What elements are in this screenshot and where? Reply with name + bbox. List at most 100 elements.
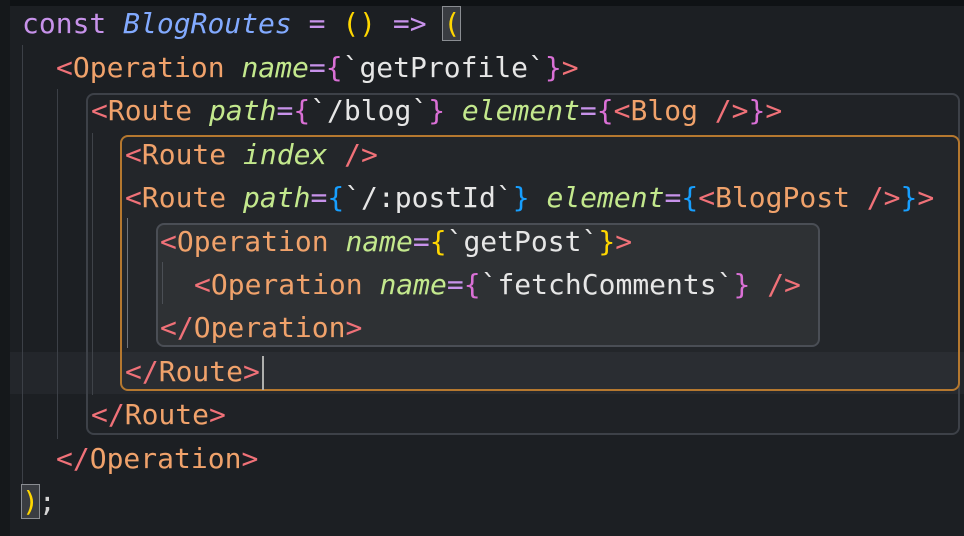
attr-name: path bbox=[243, 181, 311, 214]
tag-close-open-bracket: </ bbox=[91, 398, 125, 431]
backtick: ` bbox=[581, 225, 599, 258]
tag-close-open-bracket: </ bbox=[125, 355, 159, 388]
string-value: /:postId bbox=[361, 181, 496, 214]
attr-name: element bbox=[461, 94, 580, 127]
code-line-5[interactable]: <Route path={`/:postId`} element={<BlogP… bbox=[125, 178, 934, 218]
tag-name: Blog bbox=[630, 94, 698, 127]
tag-open-bracket: < bbox=[91, 94, 108, 127]
tag-open-bracket: < bbox=[194, 268, 211, 301]
code-line-1[interactable]: const BlogRoutes = () => ( bbox=[22, 4, 462, 44]
tag-self-close: /> bbox=[714, 94, 749, 127]
brace: { bbox=[293, 94, 311, 127]
backtick: ` bbox=[344, 181, 362, 214]
code-line-10[interactable]: </Route> bbox=[91, 395, 226, 435]
tag-name: Operation bbox=[176, 225, 329, 258]
tag-close-bracket: > bbox=[561, 51, 579, 84]
string-value: /blog bbox=[327, 94, 412, 127]
attr-eq: = bbox=[664, 181, 682, 214]
tag-open-bracket: < bbox=[56, 51, 73, 84]
tag-name: Operation bbox=[72, 51, 225, 84]
backtick: ` bbox=[310, 94, 328, 127]
attr-name: name bbox=[241, 51, 309, 84]
code-editor[interactable]: const BlogRoutes = () => ( <Operation na… bbox=[0, 0, 964, 536]
tag-self-close: /> bbox=[767, 268, 801, 301]
function-name: BlogRoutes bbox=[123, 7, 292, 40]
code-line-12[interactable]: ); bbox=[21, 482, 56, 522]
backtick: ` bbox=[342, 51, 360, 84]
attr-eq: = bbox=[446, 268, 464, 301]
attr-name: name bbox=[379, 268, 447, 301]
tag-open-bracket: < bbox=[125, 181, 142, 214]
brace: { bbox=[681, 181, 699, 214]
operator-eq: = bbox=[308, 7, 326, 40]
brace: } bbox=[598, 225, 616, 258]
backtick: ` bbox=[528, 51, 545, 84]
attr-name: name bbox=[345, 225, 413, 258]
tag-name: Route bbox=[124, 398, 210, 431]
close-paren-matched: ) bbox=[21, 484, 40, 519]
brace: { bbox=[429, 225, 447, 258]
string-value: getPost bbox=[463, 225, 582, 258]
open-paren-matched: ( bbox=[442, 6, 462, 41]
tag-open-bracket: < bbox=[613, 94, 631, 127]
brace: { bbox=[463, 268, 481, 301]
tag-open-bracket: < bbox=[125, 138, 142, 171]
tag-name: Operation bbox=[89, 442, 242, 475]
brace: } bbox=[733, 268, 751, 301]
brace: { bbox=[325, 51, 343, 84]
backtick: ` bbox=[495, 181, 513, 214]
brace: } bbox=[900, 181, 918, 214]
code-line-7[interactable]: <Operation name={`fetchComments`} /> bbox=[194, 265, 801, 305]
string-value: fetchComments bbox=[497, 268, 717, 301]
tag-name: Route bbox=[141, 181, 227, 214]
arrow-operator: => bbox=[392, 7, 427, 40]
tag-open-bracket: < bbox=[698, 181, 716, 214]
brace: } bbox=[512, 181, 530, 214]
tag-close-bracket: > bbox=[917, 181, 935, 214]
brace: { bbox=[596, 94, 614, 127]
brace: } bbox=[748, 94, 766, 127]
code-line-4[interactable]: <Route index /> bbox=[125, 135, 378, 175]
tag-close-bracket: > bbox=[209, 398, 226, 431]
indent-guide bbox=[22, 45, 23, 485]
code-line-8[interactable]: </Operation> bbox=[160, 308, 362, 348]
attr-name: path bbox=[209, 94, 277, 127]
tag-name: Route bbox=[141, 138, 227, 171]
code-line-11[interactable]: </Operation> bbox=[56, 439, 258, 479]
tag-close-open-bracket: </ bbox=[56, 442, 90, 475]
tag-close-bracket: > bbox=[765, 94, 783, 127]
attr-name: index bbox=[243, 138, 328, 171]
tag-close-bracket: > bbox=[615, 225, 633, 258]
attr-eq: = bbox=[276, 94, 294, 127]
tag-open-bracket: < bbox=[160, 225, 177, 258]
editor-gutter bbox=[0, 0, 10, 536]
tag-name: Route bbox=[107, 94, 193, 127]
semicolon: ; bbox=[38, 485, 56, 518]
backtick: ` bbox=[411, 94, 429, 127]
tag-close-bracket: > bbox=[243, 355, 260, 388]
code-line-2[interactable]: <Operation name={`getProfile`}> bbox=[56, 48, 579, 88]
attr-eq: = bbox=[308, 51, 326, 84]
attr-name: element bbox=[546, 181, 665, 214]
code-line-3[interactable]: <Route path={`/blog`} element={<Blog />}… bbox=[91, 91, 782, 131]
tag-close-bracket: > bbox=[345, 311, 363, 344]
tag-name: Route bbox=[158, 355, 244, 388]
text-cursor bbox=[262, 356, 264, 390]
brace: } bbox=[428, 94, 446, 127]
tag-self-close: /> bbox=[344, 138, 378, 171]
string-value: getProfile bbox=[359, 51, 529, 84]
tag-self-close: /> bbox=[866, 181, 901, 214]
backtick: ` bbox=[716, 268, 734, 301]
parens: () bbox=[342, 7, 377, 40]
attr-eq: = bbox=[579, 94, 597, 127]
backtick: ` bbox=[480, 268, 498, 301]
attr-eq: = bbox=[412, 225, 430, 258]
brace: } bbox=[544, 51, 562, 84]
tag-name: BlogPost bbox=[715, 181, 850, 214]
attr-eq: = bbox=[310, 181, 328, 214]
code-line-9[interactable]: </Route> bbox=[125, 352, 260, 392]
tag-close-open-bracket: </ bbox=[160, 311, 194, 344]
tag-name: Operation bbox=[210, 268, 363, 301]
code-line-6[interactable]: <Operation name={`getPost`}> bbox=[160, 222, 632, 262]
tag-close-bracket: > bbox=[241, 442, 259, 475]
